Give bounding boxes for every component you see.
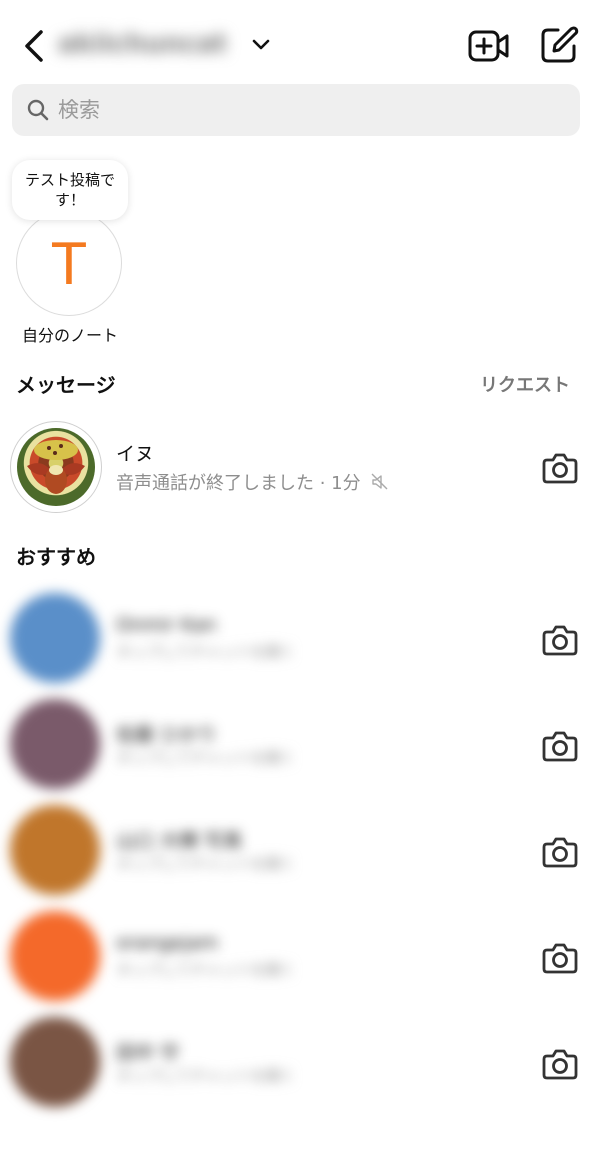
camera-icon[interactable] (540, 726, 580, 766)
avatar (10, 911, 100, 1001)
avatar (10, 805, 100, 895)
muted-icon (371, 473, 388, 490)
note-bubble[interactable]: テスト投稿です！ (12, 160, 128, 220)
thread-subtitle: 音声通話が終了しました · 1分 (116, 469, 390, 495)
suggestion-subtitle: タップしてチャットを開く (116, 749, 296, 767)
suggestion-row[interactable]: 田中 守 タップしてチャットを開く (0, 1010, 600, 1114)
messages-heading: メッセージ (16, 373, 116, 397)
chevron-down-icon (252, 39, 270, 50)
camera-icon[interactable] (540, 938, 580, 978)
suggestion-subtitle: タップしてチャットを開く (116, 855, 296, 873)
suggestion-subtitle: タップしてチャットを開く (116, 1067, 296, 1085)
suggestion-name: 佐藤 ひかり (116, 724, 218, 746)
camera-icon[interactable] (540, 448, 580, 488)
my-note-label: 自分のノート (21, 326, 118, 345)
message-thread-row[interactable]: イヌ 音声通話が終了しました · 1分 (0, 414, 600, 518)
chevron-left-icon (25, 30, 43, 62)
camera-icon[interactable] (540, 620, 580, 660)
avatar (17, 428, 95, 506)
compose-message-button[interactable] (538, 24, 580, 66)
camera-icon[interactable] (540, 832, 580, 872)
search-input[interactable] (58, 84, 558, 136)
camera-icon[interactable] (540, 1044, 580, 1084)
avatar (10, 699, 100, 789)
suggestion-subtitle: タップしてチャットを開く (116, 961, 296, 979)
avatar (10, 1017, 100, 1107)
suggestion-name: 田中 守 (116, 1042, 180, 1064)
back-button[interactable] (16, 28, 52, 64)
note-text: テスト投稿です！ (24, 171, 115, 209)
my-note-avatar[interactable]: T (16, 210, 122, 316)
suggestion-name: 山口 大輝 写真 (116, 830, 243, 852)
suggestion-row[interactable]: 山口 大輝 写真 タップしてチャットを開く (0, 798, 600, 902)
search-icon (27, 99, 49, 121)
note-avatar-letter: T (50, 229, 88, 297)
suggestion-row[interactable]: 佐藤 ひかり タップしてチャットを開く (0, 692, 600, 796)
suggestion-row[interactable]: Onmir Kan タップしてチャットを開く (0, 586, 600, 690)
new-video-call-button[interactable] (468, 26, 510, 66)
account-username[interactable]: akiichuncat (58, 22, 250, 66)
requests-link[interactable]: リクエスト (480, 371, 570, 397)
search-bar[interactable] (12, 84, 580, 136)
thread-name: イヌ (116, 443, 155, 465)
suggestion-name: Onmir Kan (116, 614, 217, 636)
suggestion-name: orangejam (116, 932, 219, 954)
suggestion-row[interactable]: orangejam タップしてチャットを開く (0, 904, 600, 1008)
account-switch-dropdown[interactable] (250, 33, 272, 55)
suggestion-subtitle: タップしてチャットを開く (116, 643, 296, 661)
video-plus-icon (468, 30, 509, 62)
compose-icon (541, 26, 579, 63)
suggestions-heading: おすすめ (16, 545, 96, 569)
flower-photo-icon (27, 440, 85, 494)
avatar (10, 593, 100, 683)
thread-last-message: 音声通話が終了しました · 1分 (116, 473, 361, 494)
